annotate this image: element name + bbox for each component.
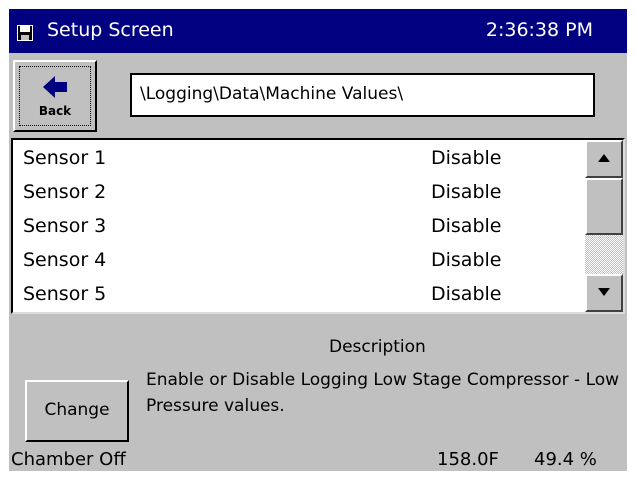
sensor-name: Sensor 5 [23,283,107,305]
triangle-up-icon [598,154,610,162]
temperature-readout: 158.0F [437,449,499,470]
sensor-status: Disable [431,147,502,169]
sensor-name: Sensor 2 [23,181,107,203]
left-arrow-icon [43,76,67,98]
sensor-list[interactable]: Sensor 1 Disable Sensor 2 Disable Sensor… [11,138,625,314]
list-item[interactable]: Sensor 4 Disable [23,244,583,278]
sensor-status: Disable [431,249,502,271]
sensor-name: Sensor 3 [23,215,107,237]
scrollbar-thumb[interactable] [585,178,623,235]
humidity-readout: 49.4 % [534,449,597,470]
sensor-status: Disable [431,283,502,305]
scroll-up-button[interactable] [585,140,623,178]
triangle-down-icon [598,288,610,296]
list-item[interactable]: Sensor 2 Disable [23,176,583,210]
scroll-down-button[interactable] [585,274,623,312]
description-text: Enable or Disable Logging Low Stage Comp… [146,370,620,416]
setup-screen: Setup Screen 2:36:38 PM Back \Logging\Da… [9,9,627,471]
description-heading: Description [329,337,426,357]
path-field: \Logging\Data\Machine Values\ [130,73,595,117]
list-item[interactable]: Sensor 5 Disable [23,278,583,312]
list-item[interactable]: Sensor 3 Disable [23,210,583,244]
chamber-status: Chamber Off [11,449,126,470]
sensor-status: Disable [431,181,502,203]
sensor-name: Sensor 1 [23,147,107,169]
list-scrollbar[interactable] [585,140,623,312]
sensor-name: Sensor 4 [23,249,107,271]
sensor-status: Disable [431,215,502,237]
list-item[interactable]: Sensor 1 Disable [23,142,583,176]
back-button[interactable]: Back [13,60,97,132]
window-title: Setup Screen [47,19,174,41]
title-bar: Setup Screen 2:36:38 PM [9,9,627,53]
scrollbar-track[interactable] [585,235,623,275]
change-button[interactable]: Change [25,380,129,442]
floppy-disk-icon [17,25,33,41]
back-button-label: Back [38,104,72,118]
clock: 2:36:38 PM [485,19,593,41]
